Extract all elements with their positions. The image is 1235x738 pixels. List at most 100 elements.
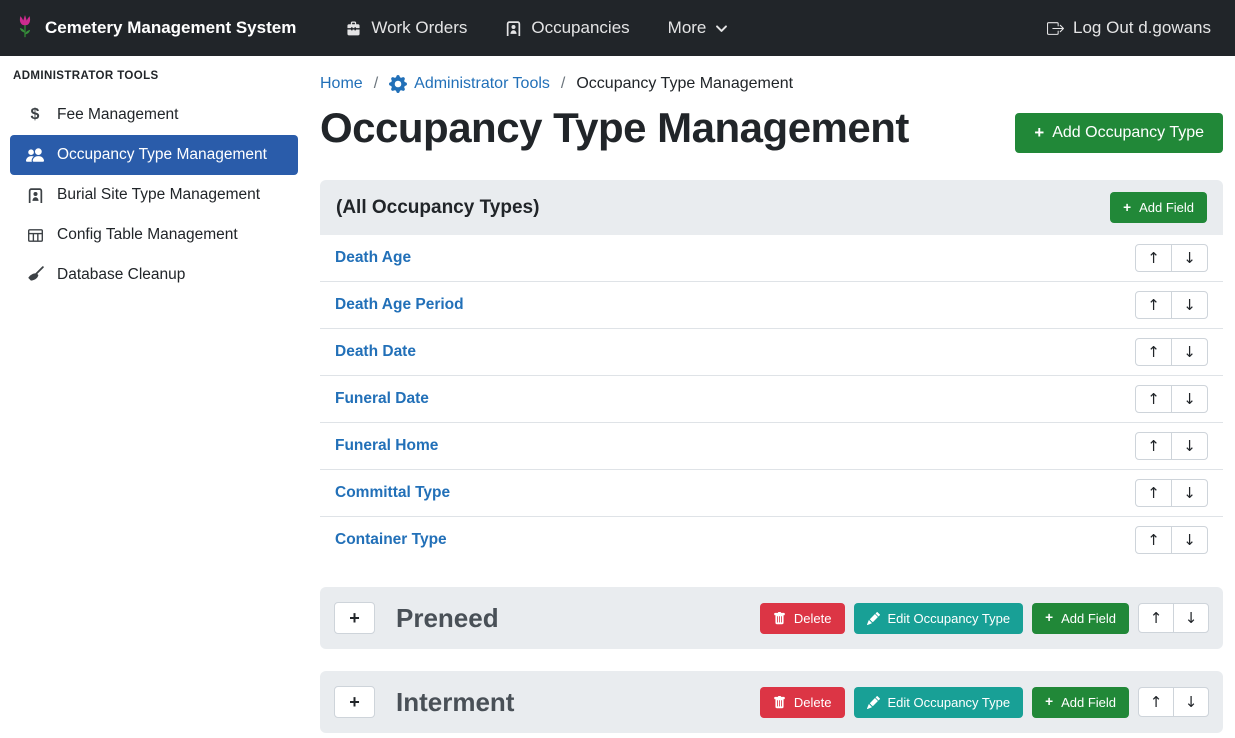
gear-icon (389, 75, 407, 93)
nav-more-label: More (668, 18, 707, 38)
trash-icon (773, 612, 786, 625)
move-up-button[interactable]: ↑ (1138, 687, 1174, 717)
chevron-down-icon (715, 22, 728, 35)
pencil-icon (867, 612, 880, 625)
move-up-button[interactable]: ↑ (1135, 432, 1172, 460)
add-field-button[interactable]: + Add Field (1110, 192, 1207, 223)
field-link-funeral-date[interactable]: Funeral Date (335, 390, 429, 408)
reorder-buttons: ↑ ↓ (1135, 479, 1208, 507)
nav-work-orders[interactable]: Work Orders (345, 18, 467, 38)
move-up-button[interactable]: ↑ (1135, 385, 1172, 413)
expand-button[interactable]: + (334, 602, 375, 634)
pencil-icon (867, 696, 880, 709)
sidebar-item-database-cleanup[interactable]: Database Cleanup (10, 255, 298, 295)
move-up-button[interactable]: ↑ (1135, 479, 1172, 507)
add-field-button[interactable]: + Add Field (1032, 603, 1129, 634)
breadcrumb-current: Occupancy Type Management (576, 75, 793, 93)
breadcrumb-admin-tools-link[interactable]: Administrator Tools (389, 75, 550, 93)
add-field-label: Add Field (1061, 611, 1116, 626)
sidebar-item-config-table-management[interactable]: Config Table Management (10, 215, 298, 255)
edit-occupancy-type-label: Edit Occupancy Type (888, 611, 1011, 626)
field-link-funeral-home[interactable]: Funeral Home (335, 437, 438, 455)
move-down-button[interactable]: ↓ (1171, 291, 1208, 319)
field-link-death-age-period[interactable]: Death Age Period (335, 296, 464, 314)
logout-label: Log Out d.gowans (1073, 18, 1211, 38)
panel-header: (All Occupancy Types) + Add Field (320, 180, 1223, 235)
move-up-button[interactable]: ↑ (1138, 603, 1174, 633)
sidebar-item-label: Fee Management (57, 106, 179, 124)
move-down-button[interactable]: ↓ (1171, 432, 1208, 460)
delete-button[interactable]: Delete (760, 603, 845, 634)
reorder-buttons: ↑ ↓ (1135, 338, 1208, 366)
nav-more[interactable]: More (668, 18, 729, 38)
move-down-button[interactable]: ↓ (1173, 603, 1209, 633)
page-title: Occupancy Type Management (320, 105, 909, 151)
breadcrumb-separator: / (374, 75, 378, 93)
move-down-button[interactable]: ↓ (1173, 687, 1209, 717)
move-down-button[interactable]: ↓ (1171, 479, 1208, 507)
move-down-button[interactable]: ↓ (1171, 526, 1208, 554)
field-link-death-date[interactable]: Death Date (335, 343, 416, 361)
move-down-button[interactable]: ↓ (1171, 338, 1208, 366)
sidebar-item-fee-management[interactable]: $ Fee Management (10, 95, 298, 135)
nav-occupancies[interactable]: Occupancies (505, 18, 629, 38)
field-row: Death Date ↑ ↓ (320, 329, 1223, 376)
card-title: Preneed (396, 603, 499, 634)
field-link-committal-type[interactable]: Committal Type (335, 484, 450, 502)
add-occupancy-type-label: Add Occupancy Type (1052, 124, 1204, 142)
reorder-buttons: ↑ ↓ (1138, 603, 1209, 633)
tulip-logo-icon (14, 13, 36, 43)
sidebar-item-label: Database Cleanup (57, 266, 185, 284)
trash-icon (773, 696, 786, 709)
sidebar-heading: Administrator Tools (0, 62, 308, 95)
breadcrumb-home-label: Home (320, 75, 363, 93)
field-row: Container Type ↑ ↓ (320, 517, 1223, 563)
plus-icon: + (1034, 125, 1044, 142)
move-up-button[interactable]: ↑ (1135, 291, 1172, 319)
field-row: Death Age ↑ ↓ (320, 235, 1223, 282)
add-field-button[interactable]: + Add Field (1032, 687, 1129, 718)
edit-occupancy-type-button[interactable]: Edit Occupancy Type (854, 603, 1024, 634)
top-navbar: Cemetery Management System Work Orders O… (0, 0, 1235, 56)
delete-button[interactable]: Delete (760, 687, 845, 718)
delete-label: Delete (794, 695, 832, 710)
reorder-buttons: ↑ ↓ (1138, 687, 1209, 717)
main-content: Home / Administrator Tools / Occupancy T… (308, 56, 1235, 738)
plus-icon: + (1123, 201, 1131, 215)
person-booth-icon (505, 20, 522, 37)
add-field-label: Add Field (1061, 695, 1116, 710)
edit-occupancy-type-label: Edit Occupancy Type (888, 695, 1011, 710)
edit-occupancy-type-button[interactable]: Edit Occupancy Type (854, 687, 1024, 718)
users-icon (25, 146, 45, 164)
logout-button[interactable]: Log Out d.gowans (1047, 18, 1211, 38)
reorder-buttons: ↑ ↓ (1135, 244, 1208, 272)
move-down-button[interactable]: ↓ (1171, 385, 1208, 413)
field-row: Death Age Period ↑ ↓ (320, 282, 1223, 329)
move-up-button[interactable]: ↑ (1135, 244, 1172, 272)
field-link-death-age[interactable]: Death Age (335, 249, 411, 267)
breadcrumb-admin-tools-label: Administrator Tools (414, 75, 550, 93)
breadcrumb-home-link[interactable]: Home (320, 75, 363, 93)
add-occupancy-type-button[interactable]: + Add Occupancy Type (1015, 113, 1223, 153)
move-up-button[interactable]: ↑ (1135, 526, 1172, 554)
card-actions: Delete Edit Occupancy Type + Add Field ↑ (760, 603, 1209, 634)
add-field-label: Add Field (1139, 200, 1194, 215)
expand-button[interactable]: + (334, 686, 375, 718)
sidebar-item-label: Config Table Management (57, 226, 238, 244)
sidebar-item-burial-site-type-management[interactable]: Burial Site Type Management (10, 175, 298, 215)
plus-icon: + (1045, 695, 1053, 709)
app-brand[interactable]: Cemetery Management System (14, 13, 296, 43)
nav-occupancies-label: Occupancies (531, 18, 629, 38)
move-down-button[interactable]: ↓ (1171, 244, 1208, 272)
admin-tools-sidebar: Administrator Tools $ Fee Management Occ… (0, 56, 308, 738)
field-link-container-type[interactable]: Container Type (335, 531, 447, 549)
panel-title: (All Occupancy Types) (336, 197, 539, 219)
card-actions: Delete Edit Occupancy Type + Add Field ↑ (760, 687, 1209, 718)
delete-label: Delete (794, 611, 832, 626)
move-up-button[interactable]: ↑ (1135, 338, 1172, 366)
sidebar-item-occupancy-type-management[interactable]: Occupancy Type Management (10, 135, 298, 175)
sidebar-item-label: Occupancy Type Management (57, 146, 267, 164)
person-booth-icon (25, 187, 45, 204)
nav-work-orders-label: Work Orders (371, 18, 467, 38)
field-row: Committal Type ↑ ↓ (320, 470, 1223, 517)
